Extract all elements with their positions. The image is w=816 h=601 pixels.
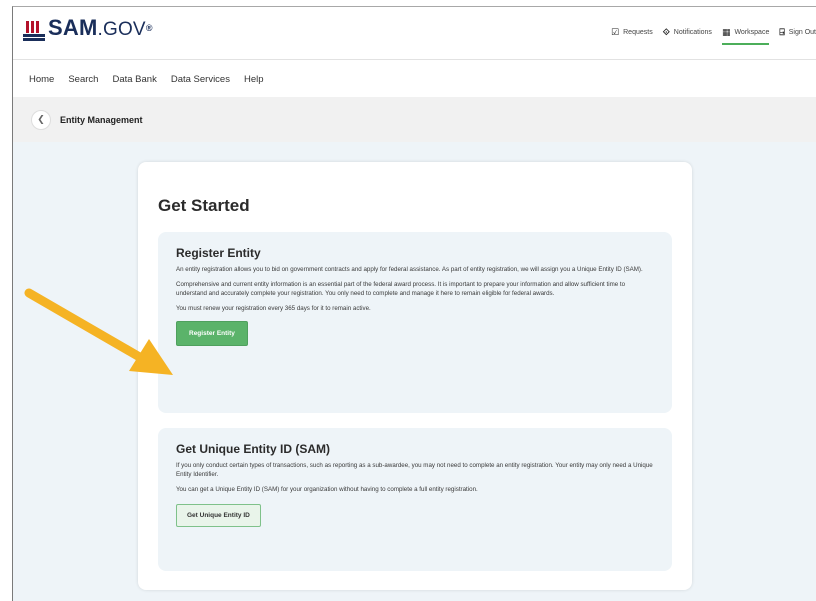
get-uei-para-1: If you only conduct certain types of tra…: [176, 462, 653, 478]
register-entity-para-2: Comprehensive and current entity informa…: [176, 281, 626, 297]
requests-icon: ☑: [611, 27, 620, 37]
notifications-link[interactable]: ⟐ Notifications: [663, 27, 712, 38]
nav-item-data-services[interactable]: Data Services: [171, 74, 230, 85]
nav-item-search[interactable]: Search: [68, 74, 98, 85]
register-entity-para-1: An entity registration allows you to bid…: [176, 266, 643, 273]
main-content: Get Started Register Entity An entity re…: [13, 142, 816, 601]
main-nav: Home Search Data Bank Data Services Help: [13, 59, 816, 99]
notifications-icon: ⟐: [662, 27, 670, 37]
nav-item-home[interactable]: Home: [29, 74, 54, 85]
register-entity-section: Register Entity An entity registration a…: [158, 232, 672, 413]
back-button[interactable]: ❮: [31, 109, 51, 130]
get-uei-section: Get Unique Entity ID (SAM) If you only c…: [158, 428, 672, 571]
get-uei-heading: Get Unique Entity ID (SAM): [176, 442, 330, 456]
site-header: SAM.GOV® ☑ Requests ⟐ Notifications ▦ Wo…: [13, 7, 816, 59]
breadcrumb-title: Entity Management: [60, 114, 143, 125]
get-uei-para-2: You can get a Unique Entity ID (SAM) for…: [176, 486, 478, 493]
breadcrumb-bar: ❮ Entity Management: [13, 97, 816, 143]
logo-text: SAM.GOV®: [48, 15, 153, 41]
nav-item-help[interactable]: Help: [244, 74, 264, 85]
sam-logo[interactable]: SAM.GOV®: [23, 17, 153, 41]
sign-out-icon: ⍈: [779, 27, 785, 37]
register-entity-button[interactable]: Register Entity: [176, 321, 248, 346]
page-title: Get Started: [158, 196, 250, 215]
chevron-left-icon: ❮: [37, 114, 45, 124]
sign-out-link[interactable]: ⍈ Sign Out: [779, 27, 816, 38]
workspace-link[interactable]: ▦ Workspace: [721, 27, 770, 45]
capitol-flag-icon: [23, 21, 45, 41]
register-entity-heading: Register Entity: [176, 246, 261, 260]
get-started-card: Get Started Register Entity An entity re…: [138, 162, 692, 590]
workspace-icon: ▦: [721, 27, 731, 37]
header-links: ☑ Requests ⟐ Notifications ▦ Workspace ⍈…: [611, 27, 816, 45]
register-entity-para-3: You must renew your registration every 3…: [176, 305, 371, 312]
requests-link[interactable]: ☑ Requests: [611, 27, 653, 38]
browser-frame: SAM.GOV® ☑ Requests ⟐ Notifications ▦ Wo…: [12, 6, 816, 601]
nav-item-data-bank[interactable]: Data Bank: [112, 74, 156, 85]
get-unique-entity-id-button[interactable]: Get Unique Entity ID: [176, 504, 261, 527]
